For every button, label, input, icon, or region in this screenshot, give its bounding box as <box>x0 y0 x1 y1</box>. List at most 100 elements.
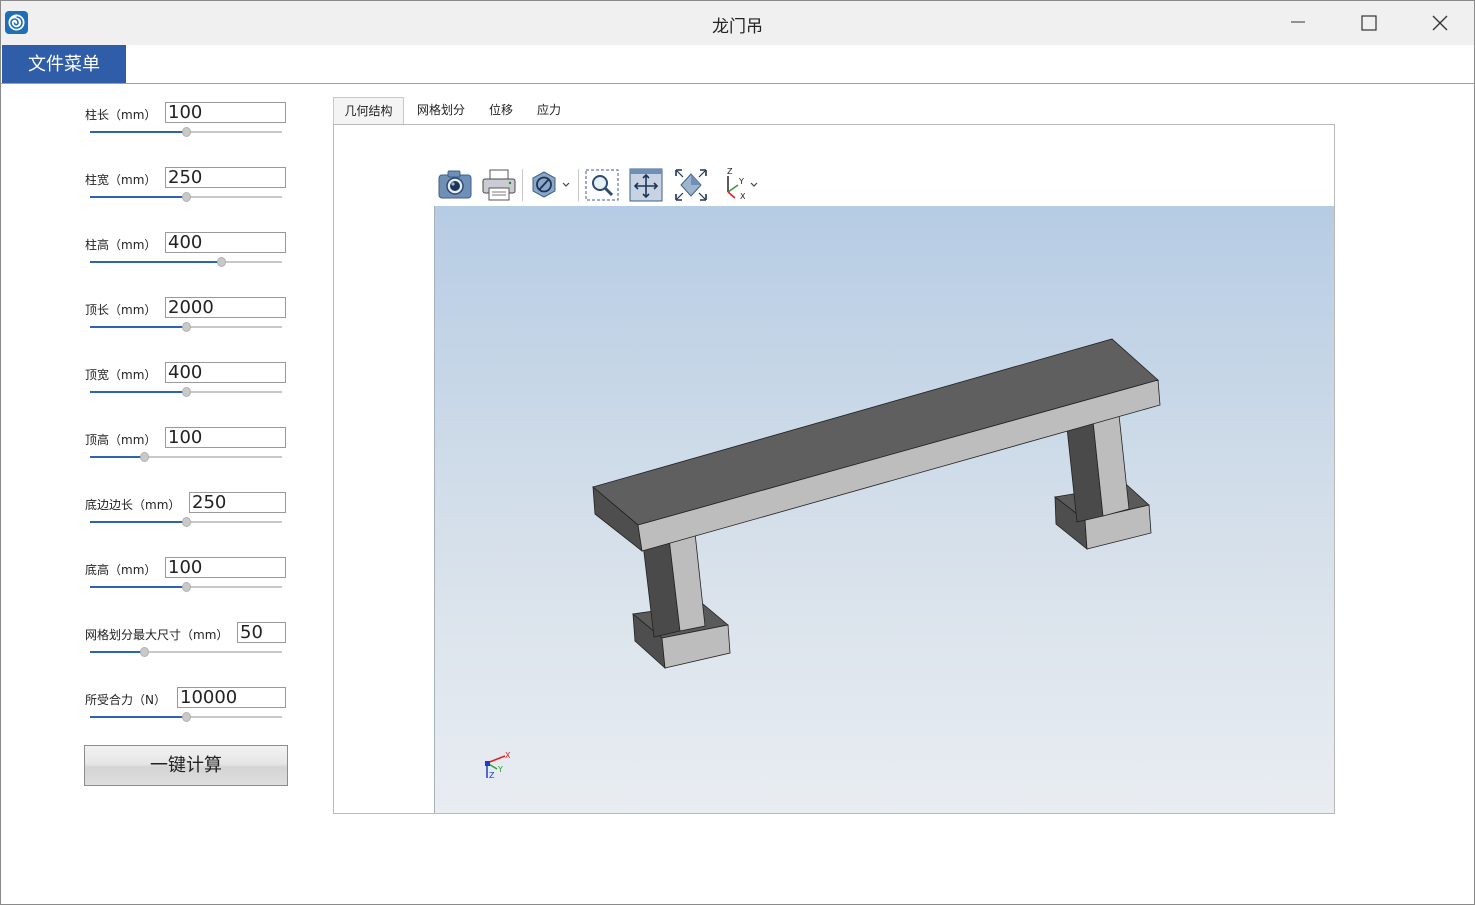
column-length-input[interactable]: 100 <box>165 102 286 123</box>
tab-geometry[interactable]: 几何结构 <box>333 97 404 124</box>
maximize-icon <box>1361 15 1377 31</box>
minimize-icon <box>1291 21 1305 23</box>
slider-fill <box>90 586 186 588</box>
pan-button[interactable] <box>628 166 664 204</box>
slider-thumb[interactable] <box>217 257 226 267</box>
param-total-force: 所受合力（N） 10000 <box>85 687 287 737</box>
minimize-button[interactable] <box>1283 9 1313 37</box>
slider-thumb[interactable] <box>140 452 149 462</box>
print-button[interactable] <box>481 166 517 204</box>
pan-icon <box>629 168 663 202</box>
param-top-height: 顶高（mm） 100 <box>85 427 287 477</box>
slider-fill <box>90 521 186 523</box>
column-width-input[interactable]: 250 <box>165 167 286 188</box>
tab-mesh[interactable]: 网格划分 <box>407 97 475 124</box>
slider-thumb[interactable] <box>182 517 191 527</box>
column-length-slider[interactable] <box>90 127 282 137</box>
top-length-input[interactable]: 2000 <box>165 297 286 318</box>
triad-x-label: X <box>505 751 511 760</box>
left-column <box>642 532 706 638</box>
top-height-slider[interactable] <box>90 452 282 462</box>
slider-thumb[interactable] <box>182 192 191 202</box>
triad-y-label: Y <box>497 765 503 774</box>
slider-fill <box>90 326 186 328</box>
mesh-max-size-slider[interactable] <box>90 647 282 657</box>
view-orientation-dropdown[interactable]: Z Y X <box>718 166 764 204</box>
print-icon <box>482 169 516 201</box>
param-base-side-length: 底边边长（mm） 250 <box>85 492 287 542</box>
param-label: 底边边长（mm） <box>85 498 181 512</box>
param-label: 所受合力（N） <box>85 693 166 707</box>
top-height-input[interactable]: 100 <box>165 427 286 448</box>
top-length-slider[interactable] <box>90 322 282 332</box>
toolbar-separator <box>578 169 579 201</box>
param-label: 顶宽（mm） <box>85 368 157 382</box>
param-top-length: 顶长（mm） 2000 <box>85 297 287 347</box>
axis-z-label: Z <box>727 167 733 176</box>
slider-fill <box>90 456 144 458</box>
3d-viewport[interactable]: X Y Z <box>434 206 1334 813</box>
slider-thumb[interactable] <box>182 127 191 137</box>
right-column <box>1066 414 1130 523</box>
axis-y-label: Y <box>738 177 744 186</box>
param-top-width: 顶宽（mm） 400 <box>85 362 287 412</box>
param-label: 柱长（mm） <box>85 108 157 122</box>
top-width-input[interactable]: 400 <box>165 362 286 383</box>
title-bar[interactable]: 龙门吊 <box>1 1 1474 45</box>
param-column-length: 柱长（mm） 100 <box>85 102 287 152</box>
slider-fill <box>90 131 186 133</box>
param-label: 底高（mm） <box>85 563 157 577</box>
slider-thumb[interactable] <box>182 582 191 592</box>
app-window: 龙门吊 文件菜单 柱长（mm） 100 柱宽（mm） 250 柱高（mm） 40… <box>0 0 1475 905</box>
param-column-height: 柱高（mm） 400 <box>85 232 287 282</box>
param-label: 柱高（mm） <box>85 238 157 252</box>
base-height-input[interactable]: 100 <box>165 557 286 578</box>
display-mode-dropdown[interactable] <box>530 166 574 204</box>
param-column-width: 柱宽（mm） 250 <box>85 167 287 217</box>
base-side-length-input[interactable]: 250 <box>189 492 286 513</box>
close-button[interactable] <box>1425 9 1455 37</box>
display-mode-icon <box>532 171 570 198</box>
base-height-slider[interactable] <box>90 582 282 592</box>
zoom-window-button[interactable] <box>584 166 620 204</box>
total-force-slider[interactable] <box>90 712 282 722</box>
axis-triad: X Y Z <box>485 751 511 780</box>
top-width-slider[interactable] <box>90 387 282 397</box>
slider-fill <box>90 651 144 653</box>
total-force-input[interactable]: 10000 <box>177 687 286 708</box>
menu-bar: 文件菜单 <box>1 45 1474 84</box>
triad-z-label: Z <box>489 771 495 780</box>
mesh-max-size-input[interactable]: 50 <box>237 622 286 643</box>
column-height-slider[interactable] <box>90 257 282 267</box>
tab-stress[interactable]: 应力 <box>527 97 571 124</box>
tab-displacement[interactable]: 位移 <box>479 97 523 124</box>
calculate-button[interactable]: 一键计算 <box>84 745 288 786</box>
column-width-slider[interactable] <box>90 192 282 202</box>
window-title: 龙门吊 <box>712 17 763 37</box>
maximize-button[interactable] <box>1354 9 1384 37</box>
close-icon <box>1432 15 1448 31</box>
column-height-input[interactable]: 400 <box>165 232 286 253</box>
slider-fill <box>90 716 186 718</box>
slider-thumb[interactable] <box>182 712 191 722</box>
slider-thumb[interactable] <box>140 647 149 657</box>
screenshot-button[interactable] <box>437 166 473 204</box>
slider-fill <box>90 391 186 393</box>
toolbar-separator <box>522 169 523 201</box>
slider-fill <box>90 196 186 198</box>
param-mesh-max-size: 网格划分最大尺寸（mm） 50 <box>85 622 287 672</box>
file-menu-button[interactable]: 文件菜单 <box>2 45 126 83</box>
fit-all-button[interactable] <box>673 166 709 204</box>
param-label: 网格划分最大尺寸（mm） <box>85 628 229 642</box>
slider-thumb[interactable] <box>182 387 191 397</box>
base-side-length-slider[interactable] <box>90 517 282 527</box>
param-label: 顶长（mm） <box>85 303 157 317</box>
zoom-window-icon <box>585 169 619 201</box>
fit-all-icon <box>675 169 707 201</box>
view-orientation-icon: Z Y X <box>727 167 758 201</box>
camera-icon <box>438 170 472 199</box>
slider-thumb[interactable] <box>182 322 191 332</box>
gantry-crane-model[interactable]: X Y Z <box>435 206 1334 813</box>
slider-fill <box>90 261 221 263</box>
param-label: 柱宽（mm） <box>85 173 157 187</box>
